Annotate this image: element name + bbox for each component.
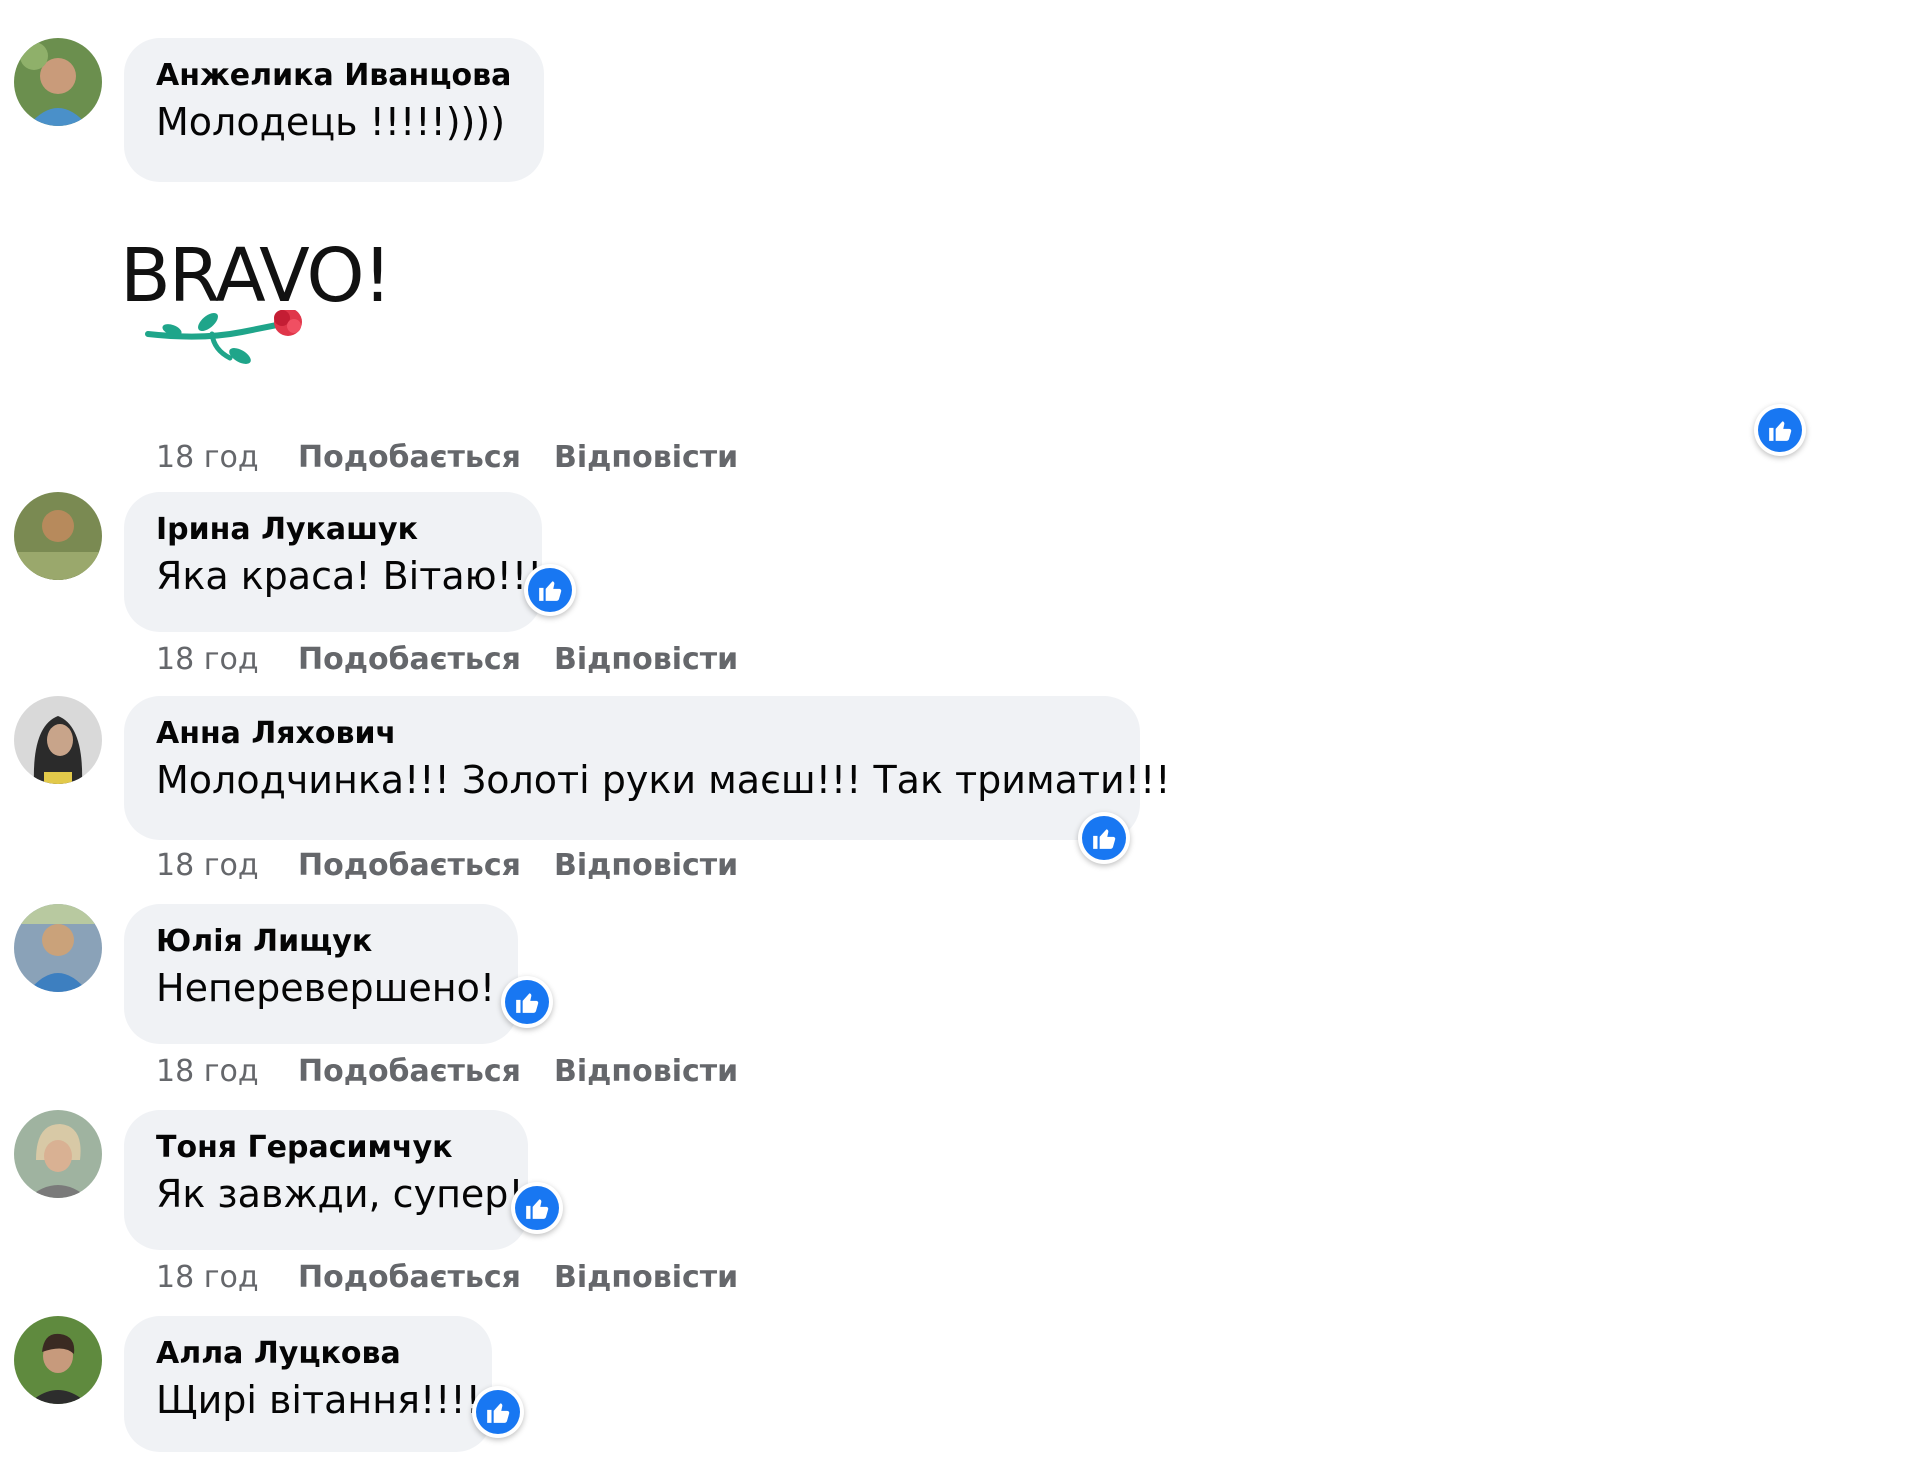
like-icon bbox=[505, 980, 549, 1024]
like-icon bbox=[1758, 408, 1802, 452]
reply-link[interactable]: Відповісти bbox=[554, 848, 738, 884]
comment-timestamp[interactable]: 18 год bbox=[156, 848, 259, 884]
like-link[interactable]: Подобається bbox=[298, 642, 521, 678]
like-link[interactable]: Подобається bbox=[298, 440, 521, 476]
like-link[interactable]: Подобається bbox=[298, 1054, 521, 1090]
comment-timestamp[interactable]: 18 год bbox=[156, 1054, 259, 1090]
avatar[interactable] bbox=[14, 38, 102, 126]
comment-bubble: Анжелика Иванцова Молодець !!!!!)))) bbox=[124, 38, 544, 182]
like-link[interactable]: Подобається bbox=[298, 848, 521, 884]
reaction-badge[interactable] bbox=[524, 564, 576, 616]
reply-link[interactable]: Відповісти bbox=[554, 1260, 738, 1296]
comment-bubble: Алла Луцкова Щирі вітання!!!! bbox=[124, 1316, 492, 1452]
avatar[interactable] bbox=[14, 696, 102, 784]
reaction-badge[interactable] bbox=[1078, 812, 1130, 864]
comment-text: Неперевершено! bbox=[156, 966, 496, 1010]
reply-link[interactable]: Відповісти bbox=[554, 1054, 738, 1090]
avatar[interactable] bbox=[14, 1316, 102, 1404]
avatar[interactable] bbox=[14, 904, 102, 992]
like-icon bbox=[528, 568, 572, 612]
comment-text: Молодець !!!!!)))) bbox=[156, 100, 506, 144]
comment-timestamp[interactable]: 18 год bbox=[156, 642, 259, 678]
comment-text: Яка краса! Вітаю!!! bbox=[156, 554, 543, 598]
reply-link[interactable]: Відповісти bbox=[554, 440, 738, 476]
like-icon bbox=[1082, 816, 1126, 860]
comment-timestamp[interactable]: 18 год bbox=[156, 440, 259, 476]
comment-text: Щирі вітання!!!! bbox=[156, 1378, 481, 1422]
rose-icon bbox=[145, 310, 302, 364]
avatar[interactable] bbox=[14, 492, 102, 580]
like-link[interactable]: Подобається bbox=[298, 1260, 521, 1296]
comment-text: Як завжди, супер! bbox=[156, 1172, 524, 1216]
sticker-text: BRAVO! bbox=[120, 233, 392, 319]
bravo-sticker: BRAVO! bbox=[120, 234, 392, 384]
reaction-badge[interactable] bbox=[472, 1386, 524, 1438]
comment-bubble: Ірина Лукашук Яка краса! Вітаю!!! bbox=[124, 492, 542, 632]
avatar[interactable] bbox=[14, 1110, 102, 1198]
comment-bubble: Анна Ляхович Молодчинка!!! Золоті руки м… bbox=[124, 696, 1171, 840]
reaction-badge[interactable] bbox=[511, 1182, 563, 1234]
reaction-badge[interactable] bbox=[501, 976, 553, 1028]
comment-author[interactable]: Анжелика Иванцова bbox=[156, 56, 512, 96]
like-icon bbox=[515, 1186, 559, 1230]
reaction-badge[interactable] bbox=[1754, 404, 1806, 456]
like-icon bbox=[476, 1390, 520, 1434]
comment-author[interactable]: Тоня Герасимчук bbox=[156, 1128, 496, 1168]
comment-bubble: Тоня Герасимчук Як завжди, супер! bbox=[124, 1110, 528, 1250]
comment-text: Молодчинка!!! Золоті руки маєш!!! Так тр… bbox=[156, 758, 1171, 802]
comment-author[interactable]: Алла Луцкова bbox=[156, 1334, 460, 1374]
reply-link[interactable]: Відповісти bbox=[554, 642, 738, 678]
comment-author[interactable]: Ірина Лукашук bbox=[156, 510, 510, 550]
comment-author[interactable]: Юлія Лищук bbox=[156, 922, 486, 962]
comment-timestamp[interactable]: 18 год bbox=[156, 1260, 259, 1296]
comment-bubble: Юлія Лищук Неперевершено! bbox=[124, 904, 518, 1044]
comment-author[interactable]: Анна Ляхович bbox=[156, 714, 1108, 754]
